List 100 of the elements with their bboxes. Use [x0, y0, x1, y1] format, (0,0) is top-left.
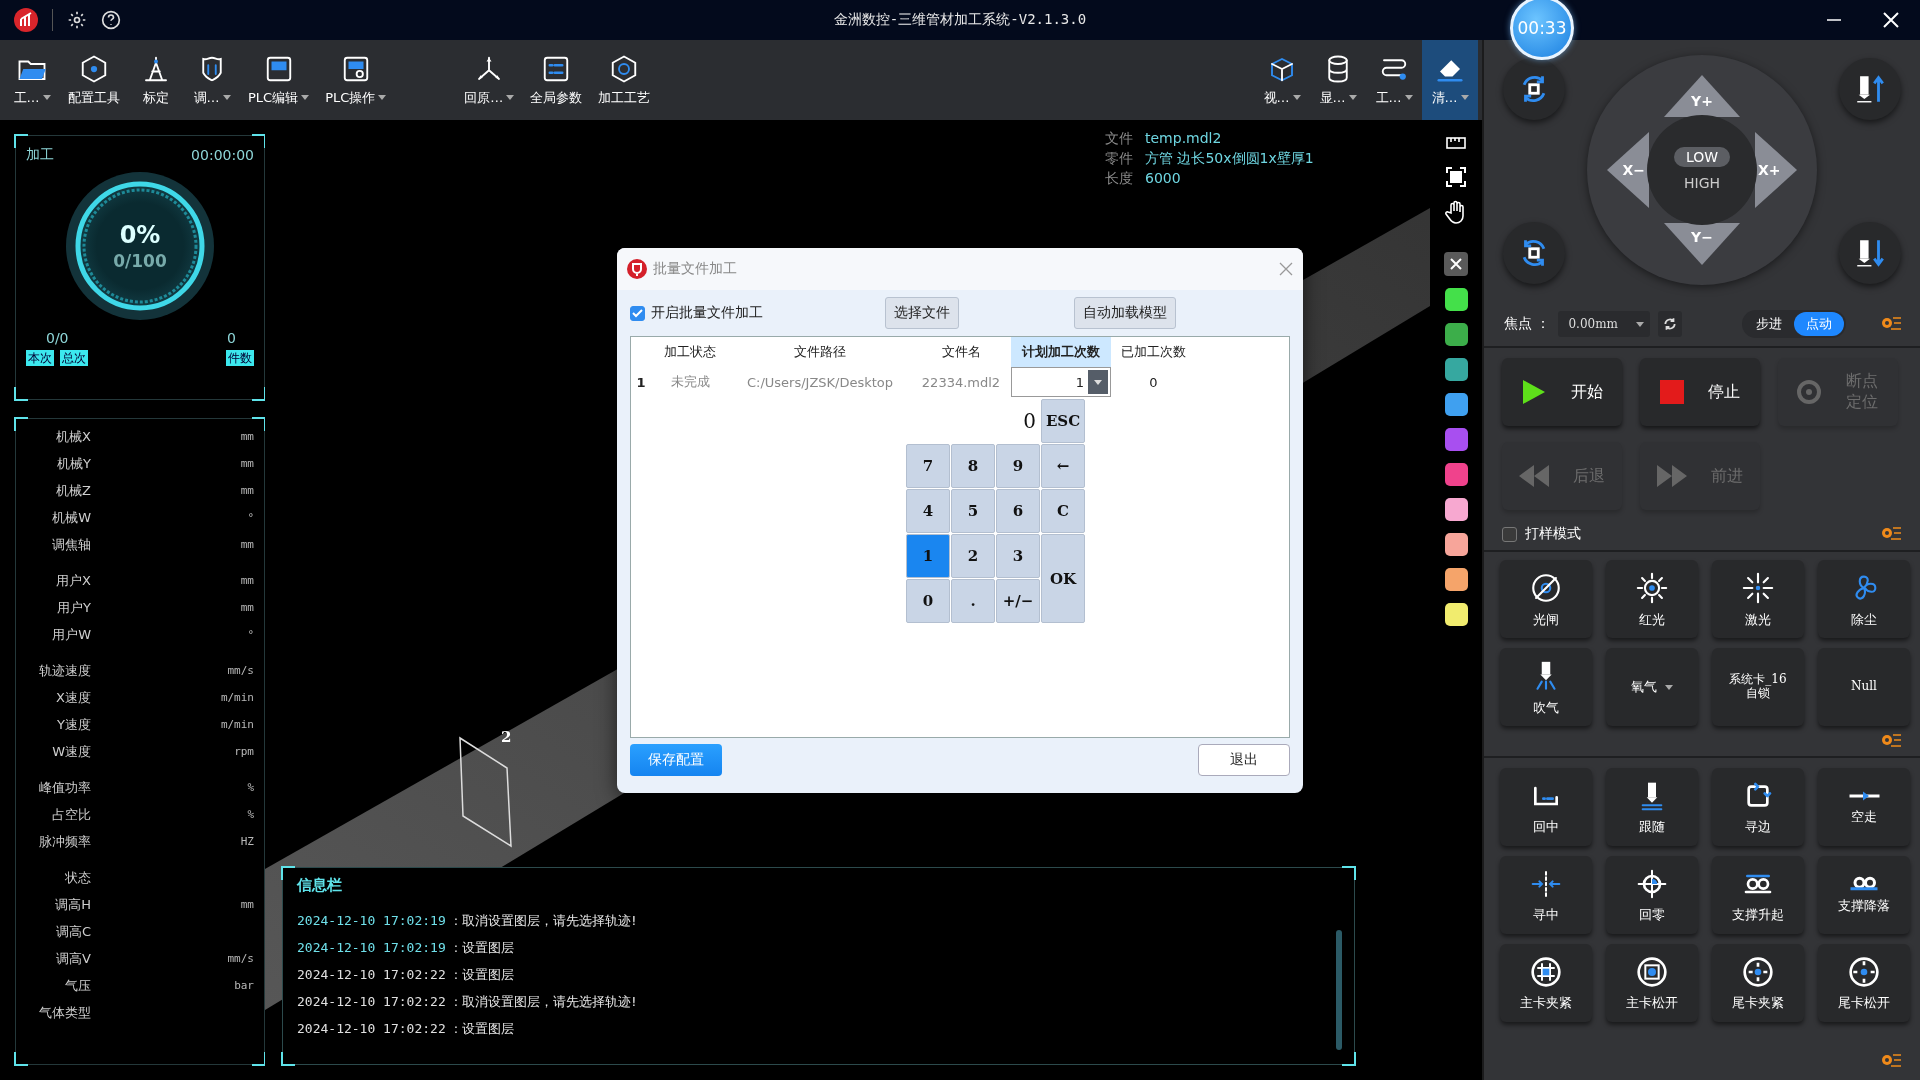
scrollbar-thumb[interactable]	[1336, 930, 1342, 1050]
fit-view-icon[interactable]	[1445, 166, 1467, 188]
color-swatch[interactable]	[1444, 463, 1468, 486]
io-button[interactable]: 光闸	[1500, 560, 1592, 638]
axis-label: 气压	[64, 976, 91, 995]
column-header[interactable]: 加工状态	[651, 337, 729, 367]
log-message: : 取消设置图层，请先选择轨迹!	[453, 992, 637, 1011]
toolbar-button[interactable]: 回原…	[456, 40, 523, 120]
color-swatch[interactable]	[1444, 603, 1468, 626]
mode-option[interactable]: 步进	[1744, 312, 1794, 336]
io-button[interactable]: 系统卡_16 自锁	[1712, 648, 1804, 726]
motion-button[interactable]: 跟随	[1606, 768, 1698, 846]
color-swatch[interactable]	[1444, 533, 1468, 556]
toolbar-button[interactable]: 调…	[184, 40, 240, 120]
settings-icon[interactable]	[67, 10, 87, 30]
color-swatch[interactable]	[1444, 323, 1468, 346]
keypad-key[interactable]: 6	[996, 489, 1040, 533]
keypad-key[interactable]: 0	[906, 579, 950, 623]
keypad-key[interactable]: +/−	[996, 579, 1040, 623]
exit-button[interactable]: 退出	[1198, 744, 1290, 776]
keypad-key[interactable]: 7	[906, 444, 950, 488]
column-header[interactable]: 文件名	[911, 337, 1011, 367]
enable-checkbox[interactable]: 开启批量文件加工	[630, 304, 885, 322]
io-button[interactable]: Null	[1818, 648, 1910, 726]
keypad-key[interactable]: 3	[996, 534, 1040, 578]
color-swatch[interactable]	[1444, 568, 1468, 591]
column-header[interactable]: 文件路径	[729, 337, 911, 367]
keypad-key[interactable]: 5	[951, 489, 995, 533]
color-swatch[interactable]	[1444, 428, 1468, 451]
auto-load-button[interactable]: 自动加载模型	[1074, 297, 1176, 329]
keypad-key[interactable]: 1	[906, 534, 950, 578]
toolbar-button[interactable]: 工…	[4, 40, 60, 120]
hand-icon[interactable]	[1445, 200, 1467, 224]
toolbar-button[interactable]: PLC编辑	[240, 40, 318, 120]
keypad-key[interactable]: ←	[1041, 444, 1085, 488]
axis-unit: mm	[240, 898, 254, 911]
keypad-key[interactable]: 8	[951, 444, 995, 488]
color-swatch[interactable]	[1444, 288, 1468, 311]
toolbar-button[interactable]: 视…	[1254, 40, 1310, 120]
axis-label: 状态	[64, 868, 91, 887]
log-time: 2024-12-10 17:02:19	[297, 913, 446, 928]
keypad-key[interactable]: C	[1041, 489, 1085, 533]
clear-button[interactable]	[1444, 252, 1468, 276]
keypad-key[interactable]: .	[951, 579, 995, 623]
keypad-key[interactable]: 9	[996, 444, 1040, 488]
sample-mode-checkbox[interactable]	[1502, 526, 1517, 542]
control-button[interactable]: 停止	[1640, 358, 1760, 426]
motion-button[interactable]: 尾卡松开	[1818, 944, 1910, 1022]
io-button[interactable]: 红光	[1606, 560, 1698, 638]
keypad-key[interactable]: OK	[1041, 534, 1085, 623]
toolbar-button[interactable]: 工…	[1366, 40, 1422, 120]
toolbar-button[interactable]: PLC操作	[317, 40, 395, 120]
motion-button[interactable]: 主卡夹紧	[1500, 944, 1592, 1022]
tool-down-button[interactable]	[1839, 222, 1901, 284]
select-file-button[interactable]: 选择文件	[885, 297, 959, 329]
io-button[interactable]: 吹气	[1500, 648, 1592, 726]
focus-dropdown[interactable]: 0.00mm	[1558, 311, 1651, 337]
keypad-key[interactable]: 4	[906, 489, 950, 533]
caret-icon	[1292, 95, 1301, 100]
row-number: 1	[635, 373, 647, 392]
tool-up-button[interactable]	[1839, 58, 1901, 120]
color-swatch[interactable]	[1444, 393, 1468, 416]
table-cell-text: C:/Users/JZSK/Desktop	[745, 373, 895, 392]
rotate-button[interactable]	[1503, 222, 1565, 284]
toolbar-button[interactable]: 标定	[128, 40, 184, 120]
motion-button[interactable]: 支撑升起	[1712, 856, 1804, 934]
toolbar-button[interactable]: 清…	[1422, 40, 1478, 120]
motion-button[interactable]: 寻边	[1712, 768, 1804, 846]
log-time: 2024-12-10 17:02:22	[297, 1021, 446, 1036]
toolbar-button[interactable]: 显…	[1310, 40, 1366, 120]
motion-button[interactable]: 支撑降落	[1818, 856, 1910, 934]
count-spinbox[interactable]: 1	[1011, 367, 1111, 397]
keypad-key[interactable]: 2	[951, 534, 995, 578]
io-button[interactable]: 除尘	[1818, 560, 1910, 638]
io-button[interactable]: 激光	[1712, 560, 1804, 638]
help-icon[interactable]	[101, 10, 121, 30]
gas-dropdown[interactable]: 氧气	[1606, 648, 1698, 726]
toolbar-button[interactable]: 配置工具	[60, 40, 128, 120]
column-header[interactable]: 计划加工次数	[1011, 337, 1111, 367]
toolbar-button[interactable]: 加工工艺	[590, 40, 659, 120]
axis-label: 机械Z	[55, 481, 91, 500]
axis-label: 调高H	[54, 895, 91, 914]
color-swatch[interactable]	[1444, 498, 1468, 521]
column-header[interactable]: 已加工次数	[1111, 337, 1196, 367]
refresh-button[interactable]	[1658, 311, 1683, 337]
motion-button[interactable]: 空走	[1818, 768, 1910, 846]
toolbar-button[interactable]: 全局参数	[522, 40, 591, 120]
motion-button[interactable]: 回零	[1606, 856, 1698, 934]
motion-button[interactable]: 主卡松开	[1606, 944, 1698, 1022]
motion-button[interactable]: 回中	[1500, 768, 1592, 846]
speed-option[interactable]: LOW	[1673, 147, 1731, 167]
control-button[interactable]: 开始	[1502, 358, 1622, 426]
caret-icon	[1094, 379, 1102, 385]
color-swatch[interactable]	[1444, 358, 1468, 381]
motion-button[interactable]: 寻中	[1500, 856, 1592, 934]
speed-option[interactable]: HIGH	[1671, 173, 1732, 193]
rotate-button[interactable]	[1503, 58, 1565, 120]
motion-button[interactable]: 尾卡夹紧	[1712, 944, 1804, 1022]
keypad-key[interactable]: ESC	[1041, 399, 1085, 443]
caret-icon	[42, 95, 51, 100]
